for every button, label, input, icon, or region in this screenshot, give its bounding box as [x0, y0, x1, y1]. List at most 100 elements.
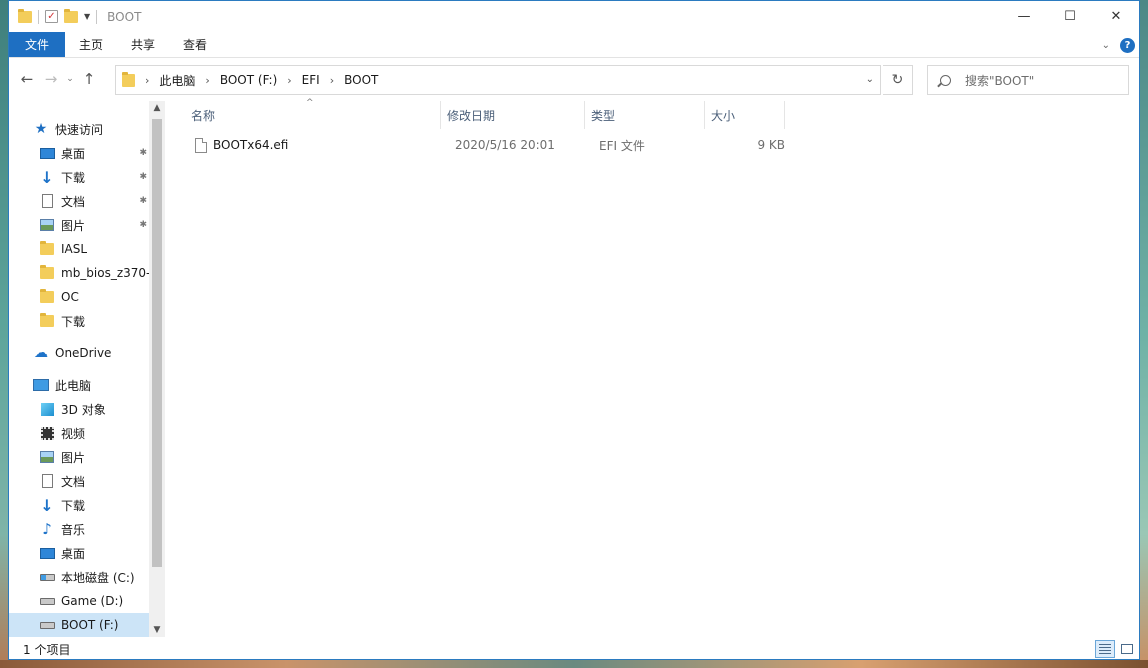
ribbon-right-controls: ⌄ ?	[1102, 32, 1135, 58]
pin-icon[interactable]: ✱	[139, 196, 147, 206]
window-title: BOOT	[107, 9, 142, 24]
sidebar-item-videos[interactable]: 视频	[9, 421, 149, 445]
sidebar-item-label: 下载	[61, 314, 86, 329]
sidebar-item-iasl[interactable]: IASL	[9, 237, 149, 261]
pin-icon[interactable]: ✱	[139, 148, 147, 158]
file-type: EFI 文件	[599, 138, 645, 153]
sidebar-item-documents-pinned[interactable]: 文档 ✱	[9, 189, 149, 213]
toolbar-separator	[38, 9, 39, 24]
pin-icon[interactable]: ✱	[139, 172, 147, 182]
scroll-down-icon[interactable]: ▼	[149, 625, 165, 635]
pin-icon[interactable]: ✱	[139, 220, 147, 230]
breadcrumb-this-pc[interactable]: 此电脑	[159, 72, 195, 89]
sidebar-item-mb-bios[interactable]: mb_bios_z370-	[9, 261, 149, 285]
sidebar-item-3d-objects[interactable]: 3D 对象	[9, 397, 149, 421]
search-icon	[940, 74, 951, 86]
drive-icon	[39, 621, 55, 629]
sidebar-item-label: 下载	[61, 498, 86, 513]
desktop-icon	[39, 547, 55, 559]
file-modified: 2020/5/16 20:01	[455, 138, 555, 152]
breadcrumb-efi[interactable]: EFI	[302, 73, 320, 87]
search-input[interactable]: 搜索"BOOT"	[965, 72, 1034, 89]
scrollbar-thumb[interactable]	[152, 119, 162, 567]
search-box[interactable]: 搜索"BOOT"	[927, 65, 1129, 95]
cloud-icon: ☁	[34, 345, 48, 361]
address-dropdown-chevron-icon[interactable]: ⌄	[866, 74, 874, 85]
sidebar-item-label: 桌面	[61, 146, 86, 161]
table-row[interactable]: BOOTx64.efi 2020/5/16 20:01 EFI 文件 9 KB	[185, 133, 785, 157]
sidebar-item-label: OC	[61, 290, 79, 304]
column-header-name[interactable]: 名称	[185, 101, 441, 129]
computer-icon	[33, 379, 49, 391]
column-header-modified[interactable]: 修改日期	[441, 101, 585, 129]
sidebar-item-onedrive[interactable]: ☁ OneDrive	[9, 341, 149, 365]
new-folder-icon[interactable]	[64, 8, 78, 23]
sidebar-item-downloads[interactable]: ↓ 下载	[9, 493, 149, 517]
details-view-button[interactable]	[1095, 640, 1115, 658]
file-size: 9 KB	[757, 138, 785, 152]
sidebar-item-label: 文档	[61, 194, 86, 209]
sidebar-item-label: 图片	[61, 450, 86, 465]
sidebar-item-this-pc[interactable]: 此电脑	[9, 373, 149, 397]
sidebar-item-music[interactable]: ♪ 音乐	[9, 517, 149, 541]
tab-file[interactable]: 文件	[9, 32, 66, 57]
sidebar-item-documents[interactable]: 文档	[9, 469, 149, 493]
desktop-icon	[39, 147, 55, 159]
breadcrumb-boot-drive[interactable]: BOOT (F:)	[220, 73, 277, 87]
title-bar: ✓ ▼ BOOT — ☐ ✕	[9, 1, 1139, 32]
sidebar-item-pictures-pinned[interactable]: 图片 ✱	[9, 213, 149, 237]
breadcrumb-separator[interactable]: ›	[205, 74, 209, 87]
folder-icon	[40, 289, 54, 303]
sidebar-item-boot-f[interactable]: BOOT (F:)	[9, 613, 149, 637]
properties-icon[interactable]: ✓	[45, 10, 58, 23]
minimize-button[interactable]: —	[1001, 1, 1047, 32]
forward-button[interactable]: →	[39, 70, 63, 88]
large-icons-view-icon	[1121, 644, 1133, 654]
sidebar-item-pictures[interactable]: 图片	[9, 445, 149, 469]
file-list: ^ 名称 修改日期 类型 大小 BOOTx64.efi 2020/5/16 20…	[165, 98, 1139, 637]
star-icon: ★	[34, 121, 48, 137]
scroll-up-icon[interactable]: ▲	[149, 103, 165, 113]
breadcrumb-separator[interactable]: ›	[287, 74, 291, 87]
breadcrumb-boot[interactable]: BOOT	[344, 73, 378, 87]
sidebar-item-label: BOOT (F:)	[61, 618, 119, 632]
large-icons-view-button[interactable]	[1117, 640, 1137, 658]
tab-view[interactable]: 查看	[169, 32, 221, 57]
sidebar-item-label: mb_bios_z370-	[61, 266, 149, 280]
recent-locations-chevron-icon[interactable]: ⌄	[63, 74, 77, 84]
file-icon	[195, 137, 207, 153]
address-bar[interactable]: › 此电脑 › BOOT (F:) › EFI › BOOT ⌄	[115, 65, 881, 95]
sidebar-item-label: 此电脑	[55, 378, 92, 393]
system-drive-icon	[39, 573, 55, 581]
sidebar-item-desktop-pinned[interactable]: 桌面 ✱	[9, 141, 149, 165]
window-controls: — ☐ ✕	[1001, 1, 1139, 32]
navigation-bar: ← → ⌄ ↑ › 此电脑 › BOOT (F:) › EFI › BOOT ⌄…	[9, 58, 1139, 100]
sidebar-item-label: 本地磁盘 (C:)	[61, 570, 135, 585]
expand-ribbon-chevron-icon[interactable]: ⌄	[1102, 40, 1110, 51]
help-icon[interactable]: ?	[1120, 37, 1135, 53]
sidebar-item-local-disk-c[interactable]: 本地磁盘 (C:)	[9, 565, 149, 589]
file-name: BOOTx64.efi	[213, 138, 289, 152]
customize-toolbar-chevron-icon[interactable]: ▼	[84, 12, 90, 21]
music-note-icon: ♪	[42, 520, 52, 538]
close-button[interactable]: ✕	[1093, 1, 1139, 32]
sidebar-item-oc[interactable]: OC	[9, 285, 149, 309]
sidebar-item-game-d[interactable]: Game (D:)	[9, 589, 149, 613]
up-button[interactable]: ↑	[77, 70, 101, 88]
sidebar-item-label: 音乐	[61, 522, 86, 537]
navigation-scrollbar[interactable]: ▲ ▼	[149, 101, 165, 637]
refresh-button[interactable]: ↻	[883, 65, 913, 95]
breadcrumb-separator[interactable]: ›	[330, 74, 334, 87]
tab-home[interactable]: 主页	[65, 32, 117, 57]
sidebar-item-quick-access[interactable]: ★ 快速访问	[9, 117, 149, 141]
column-header-type[interactable]: 类型	[585, 101, 705, 129]
maximize-button[interactable]: ☐	[1047, 1, 1093, 32]
back-button[interactable]: ←	[15, 70, 39, 88]
sidebar-item-downloads-folder[interactable]: 下载	[9, 309, 149, 333]
sidebar-item-downloads-pinned[interactable]: ↓ 下载 ✱	[9, 165, 149, 189]
column-header-size[interactable]: 大小	[705, 101, 785, 129]
tab-share[interactable]: 共享	[117, 32, 169, 57]
breadcrumb-separator[interactable]: ›	[145, 74, 149, 87]
sidebar-item-desktop[interactable]: 桌面	[9, 541, 149, 565]
desktop-background-bottom	[0, 660, 1148, 668]
